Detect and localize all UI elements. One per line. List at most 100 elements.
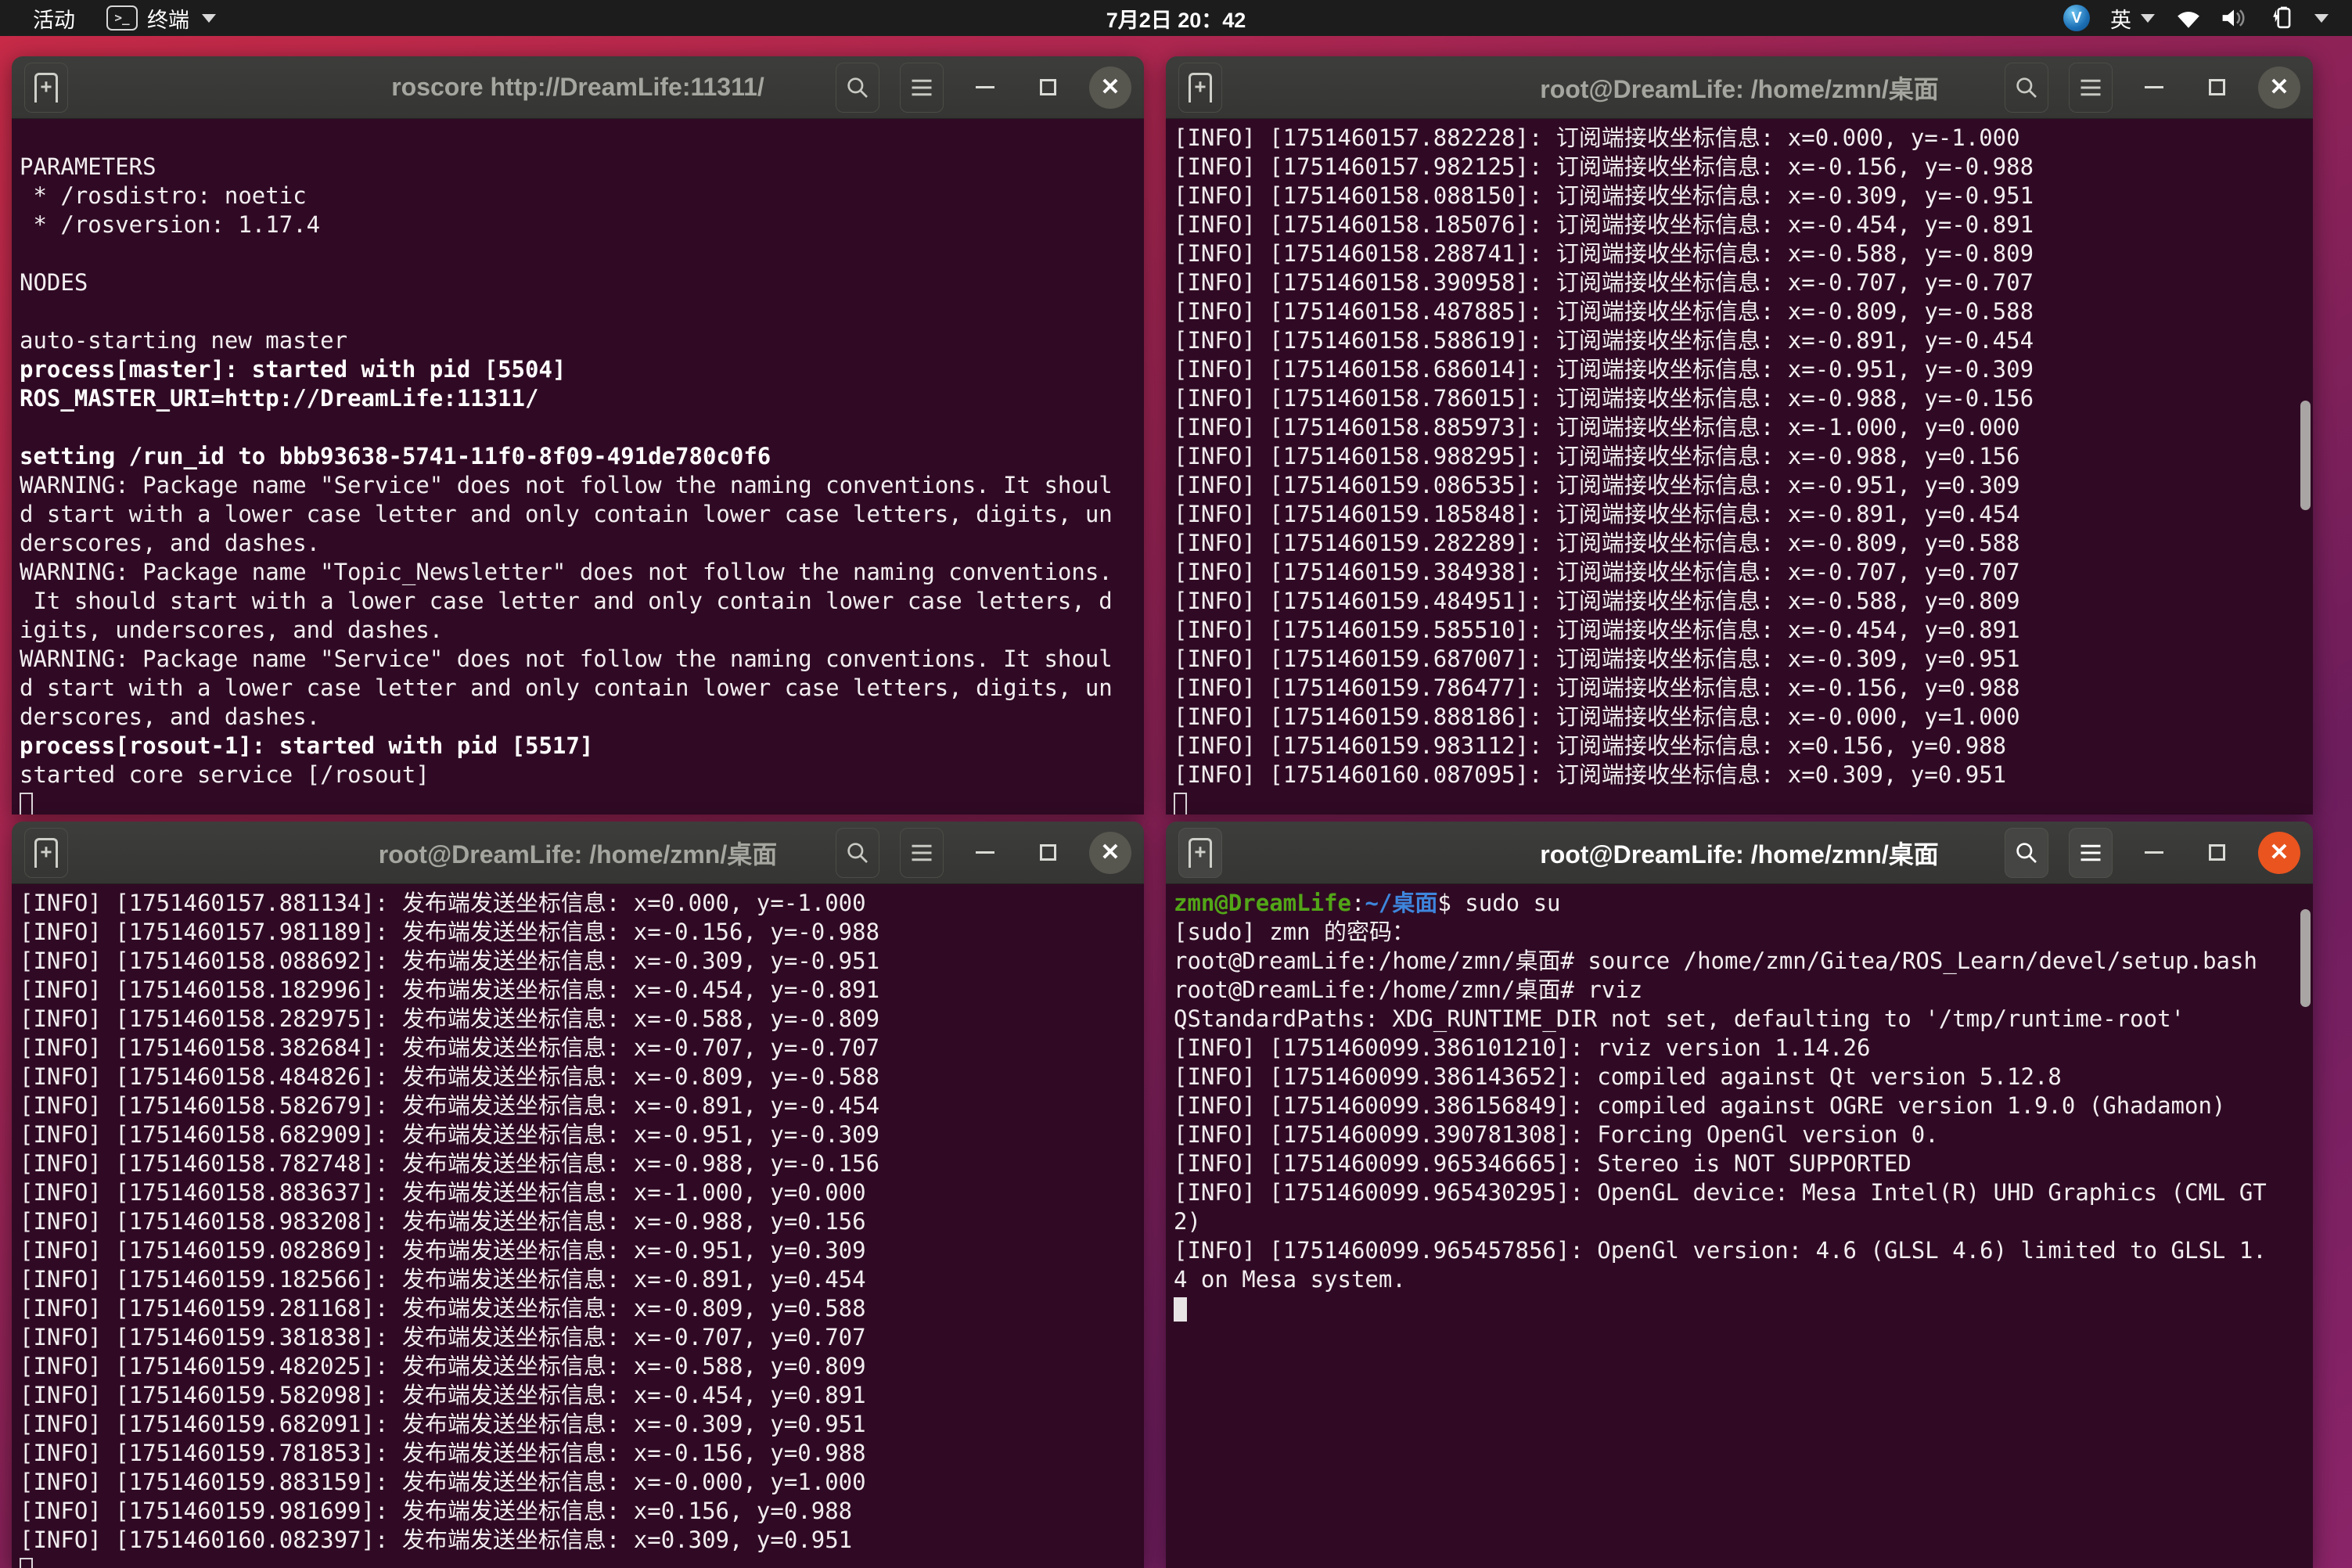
terminal-output[interactable]: [INFO] [1751460157.881134]: 发布端发送坐标信息: x… bbox=[12, 884, 1144, 1568]
window-publisher-terminal: root@DreamLife: /home/zmn/桌面 ✕ [INFO] [1… bbox=[12, 822, 1144, 1568]
maximize-icon bbox=[1040, 844, 1056, 861]
terminal-line: [INFO] [1751460158.582679]: 发布端发送坐标信息: x… bbox=[20, 1091, 1136, 1120]
terminal-line bbox=[20, 124, 1136, 153]
search-icon bbox=[845, 840, 870, 865]
terminal-line: [INFO] [1751460157.882228]: 订阅端接收坐标信息: x… bbox=[1174, 124, 2305, 153]
minimize-button[interactable] bbox=[964, 832, 1006, 874]
terminal-line: started core service [/rosout] bbox=[20, 761, 1136, 789]
close-button[interactable]: ✕ bbox=[1089, 67, 1131, 109]
menu-button[interactable] bbox=[2069, 828, 2113, 878]
app-menu[interactable]: >_ 终端 bbox=[106, 3, 216, 34]
terminal-line: [INFO] [1751460158.588619]: 订阅端接收坐标信息: x… bbox=[1174, 326, 2305, 355]
scrollbar[interactable] bbox=[2300, 401, 2311, 510]
terminal-line bbox=[1174, 1294, 2305, 1323]
terminal-line: [sudo] zmn 的密码： bbox=[1174, 918, 2305, 947]
terminal-line: d start with a lower case letter and onl… bbox=[20, 674, 1136, 703]
menu-button[interactable] bbox=[2069, 63, 2113, 113]
terminal-line: [INFO] [1751460160.087095]: 订阅端接收坐标信息: x… bbox=[1174, 761, 2305, 789]
search-button[interactable] bbox=[2005, 828, 2048, 878]
maximize-icon bbox=[1040, 79, 1056, 95]
terminal-line: WARNING: Package name "Service" does not… bbox=[20, 471, 1136, 500]
terminal-cursor bbox=[1174, 1297, 1187, 1322]
terminal-line: [INFO] [1751460158.487885]: 订阅端接收坐标信息: x… bbox=[1174, 297, 2305, 326]
maximize-button[interactable] bbox=[2196, 67, 2238, 109]
terminal-line: [INFO] [1751460159.786477]: 订阅端接收坐标信息: x… bbox=[1174, 674, 2305, 703]
terminal-line: WARNING: Package name "Topic_Newsletter"… bbox=[20, 558, 1136, 587]
minimize-icon bbox=[976, 851, 994, 854]
terminal-line: [INFO] [1751460159.281168]: 发布端发送坐标信息: x… bbox=[20, 1294, 1136, 1323]
terminal-line bbox=[20, 413, 1136, 442]
terminal-line bbox=[1174, 789, 2305, 815]
terminal-line: [INFO] [1751460159.585510]: 订阅端接收坐标信息: x… bbox=[1174, 616, 2305, 645]
titlebar[interactable]: root@DreamLife: /home/zmn/桌面 ✕ bbox=[12, 822, 1144, 884]
new-tab-icon bbox=[1189, 73, 1212, 102]
terminal-line: [INFO] [1751460157.881134]: 发布端发送坐标信息: x… bbox=[20, 889, 1136, 918]
terminal-line: 4 on Mesa system. bbox=[1174, 1265, 2305, 1294]
terminal-line: [INFO] [1751460158.883637]: 发布端发送坐标信息: x… bbox=[20, 1178, 1136, 1207]
new-tab-button[interactable] bbox=[24, 828, 68, 878]
terminal-line: [INFO] [1751460159.781853]: 发布端发送坐标信息: x… bbox=[20, 1439, 1136, 1468]
minimize-button[interactable] bbox=[2133, 67, 2175, 109]
menu-button[interactable] bbox=[900, 63, 944, 113]
new-tab-button[interactable] bbox=[24, 63, 68, 113]
terminal-line: [INFO] [1751460158.185076]: 订阅端接收坐标信息: x… bbox=[1174, 210, 2305, 239]
new-tab-button[interactable] bbox=[1178, 828, 1222, 878]
minimize-button[interactable] bbox=[964, 67, 1006, 109]
volume-icon bbox=[2221, 6, 2247, 30]
top-bar: 活动 >_ 终端 7月2日 20：42 V 英 bbox=[0, 0, 2352, 36]
input-language-indicator[interactable]: 英 bbox=[2110, 3, 2155, 34]
titlebar[interactable]: root@DreamLife: /home/zmn/桌面 ✕ bbox=[1166, 56, 2313, 119]
system-tray[interactable] bbox=[2175, 6, 2329, 30]
titlebar[interactable]: root@DreamLife: /home/zmn/桌面 ✕ bbox=[1166, 822, 2313, 884]
menu-button[interactable] bbox=[900, 828, 944, 878]
terminal-line: It should start with a lower case letter… bbox=[20, 587, 1136, 616]
terminal-line: [INFO] [1751460158.885973]: 订阅端接收坐标信息: x… bbox=[1174, 413, 2305, 442]
terminal-line: [INFO] [1751460158.786015]: 订阅端接收坐标信息: x… bbox=[1174, 384, 2305, 413]
prompt-text: $ sudo su bbox=[1437, 890, 1560, 916]
maximize-button[interactable] bbox=[2196, 832, 2238, 874]
activities-button[interactable]: 活动 bbox=[28, 2, 80, 35]
search-icon bbox=[2014, 75, 2039, 100]
titlebar[interactable]: roscore http://DreamLife:11311/ ✕ bbox=[12, 56, 1144, 119]
app-menu-label: 终端 bbox=[147, 3, 189, 34]
terminal-line: [INFO] [1751460160.082397]: 发布端发送坐标信息: x… bbox=[20, 1526, 1136, 1555]
terminal-line: [INFO] [1751460099.965430295]: OpenGL de… bbox=[1174, 1178, 2305, 1207]
hamburger-menu-icon bbox=[2079, 843, 2102, 863]
terminal-line: [INFO] [1751460158.782748]: 发布端发送坐标信息: x… bbox=[20, 1149, 1136, 1178]
terminal-line: derscores, and dashes. bbox=[20, 703, 1136, 732]
terminal-cursor bbox=[1174, 793, 1187, 815]
search-button[interactable] bbox=[836, 828, 879, 878]
input-method-icon[interactable]: V bbox=[2063, 5, 2090, 31]
scrollbar[interactable] bbox=[2300, 909, 2311, 1007]
terminal-line: [INFO] [1751460099.390781308]: Forcing O… bbox=[1174, 1120, 2305, 1149]
minimize-button[interactable] bbox=[2133, 832, 2175, 874]
close-button[interactable]: ✕ bbox=[1089, 832, 1131, 874]
maximize-button[interactable] bbox=[1027, 67, 1069, 109]
battery-charging-icon bbox=[2266, 6, 2293, 30]
search-button[interactable] bbox=[2005, 63, 2048, 113]
terminal-app-icon: >_ bbox=[106, 5, 138, 31]
hamburger-menu-icon bbox=[910, 843, 933, 863]
terminal-line: [INFO] [1751460158.088692]: 发布端发送坐标信息: x… bbox=[20, 947, 1136, 976]
close-button[interactable]: ✕ bbox=[2258, 67, 2300, 109]
terminal-output[interactable]: zmn@DreamLife:~/桌面$ sudo su[sudo] zmn 的密… bbox=[1166, 884, 2313, 1568]
terminal-line: [INFO] [1751460158.983208]: 发布端发送坐标信息: x… bbox=[20, 1207, 1136, 1236]
terminal-line: [INFO] [1751460159.582098]: 发布端发送坐标信息: x… bbox=[20, 1381, 1136, 1410]
terminal-line: [INFO] [1751460159.482025]: 发布端发送坐标信息: x… bbox=[20, 1352, 1136, 1381]
close-button[interactable]: ✕ bbox=[2258, 832, 2300, 874]
terminal-output[interactable]: PARAMETERS * /rosdistro: noetic * /rosve… bbox=[12, 119, 1144, 815]
terminal-line: [INFO] [1751460158.288741]: 订阅端接收坐标信息: x… bbox=[1174, 239, 2305, 268]
new-tab-button[interactable] bbox=[1178, 63, 1222, 113]
terminal-line: WARNING: Package name "Service" does not… bbox=[20, 645, 1136, 674]
minimize-icon bbox=[2145, 851, 2163, 854]
terminal-output[interactable]: [INFO] [1751460157.882228]: 订阅端接收坐标信息: x… bbox=[1166, 119, 2313, 815]
search-button[interactable] bbox=[836, 63, 879, 113]
minimize-icon bbox=[2145, 86, 2163, 88]
clock[interactable]: 7月2日 20：42 bbox=[0, 3, 2352, 34]
maximize-button[interactable] bbox=[1027, 832, 1069, 874]
terminal-line: [INFO] [1751460159.888186]: 订阅端接收坐标信息: x… bbox=[1174, 703, 2305, 732]
terminal-line: * /rosversion: 1.17.4 bbox=[20, 210, 1136, 239]
terminal-line: [INFO] [1751460099.386156849]: compiled … bbox=[1174, 1091, 2305, 1120]
chevron-down-icon bbox=[2314, 14, 2329, 23]
terminal-line: [INFO] [1751460158.382684]: 发布端发送坐标信息: x… bbox=[20, 1034, 1136, 1063]
